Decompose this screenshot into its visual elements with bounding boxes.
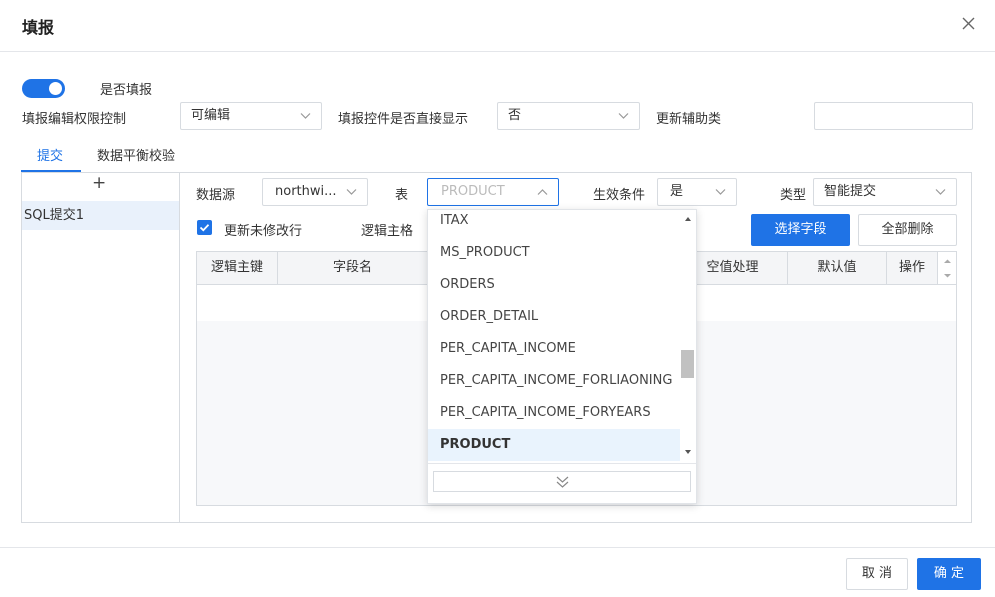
dropdown-option[interactable]: ORDERS xyxy=(428,269,680,301)
display-select[interactable]: 否 xyxy=(497,102,640,130)
cancel-button[interactable]: 取 消 xyxy=(846,558,908,590)
chevron-down-icon xyxy=(300,113,311,119)
dropdown-option[interactable]: PER_CAPITA_INCOME_FORLIAONING xyxy=(428,365,680,397)
logic-key-label: 逻辑主格 xyxy=(361,224,414,239)
update-unmodified-label: 更新未修改行 xyxy=(224,224,303,239)
permission-select[interactable]: 可编辑 xyxy=(180,102,322,130)
sql-list-item[interactable]: SQL提交1 xyxy=(22,201,179,230)
aux-class-input[interactable] xyxy=(814,102,973,130)
display-select-value: 否 xyxy=(508,108,522,123)
permission-label: 填报编辑权限控制 xyxy=(22,112,127,127)
enable-fill-toggle[interactable] xyxy=(22,79,65,98)
dropdown-option[interactable]: ITAX xyxy=(428,205,680,237)
double-chevron-down-icon xyxy=(556,476,569,488)
dropdown-option[interactable]: PER_CAPITA_INCOME_FORYEARS xyxy=(428,397,680,429)
load-more-button[interactable] xyxy=(433,471,691,492)
condition-select[interactable]: 是 xyxy=(657,178,737,206)
type-select[interactable]: 智能提交 xyxy=(813,178,957,206)
dialog-title: 填报 xyxy=(22,18,55,37)
close-icon xyxy=(962,17,975,30)
close-button[interactable] xyxy=(958,13,980,35)
permission-select-value: 可编辑 xyxy=(191,108,231,123)
check-icon xyxy=(199,224,210,232)
chevron-down-icon xyxy=(715,189,726,195)
choose-fields-button[interactable]: 选择字段 xyxy=(751,214,850,246)
update-unmodified-checkbox[interactable] xyxy=(197,220,212,235)
datasource-label: 数据源 xyxy=(196,188,236,203)
chevron-up-icon xyxy=(685,217,691,454)
delete-all-button[interactable]: 全部删除 xyxy=(858,214,957,246)
dropdown-footer-divider xyxy=(428,463,696,464)
dropdown-option-selected[interactable]: PRODUCT xyxy=(428,429,680,461)
column-header-field-name: 字段名 xyxy=(278,252,428,284)
dropdown-scrollbar[interactable] xyxy=(680,210,696,462)
datasource-select[interactable]: northwi... xyxy=(262,178,368,206)
table-select-placeholder: PRODUCT xyxy=(441,184,505,199)
chevron-down-icon xyxy=(935,189,946,195)
dropdown-option[interactable]: PER_CAPITA_INCOME xyxy=(428,333,680,365)
dropdown-option[interactable]: ORDER_DETAIL xyxy=(428,301,680,333)
display-label: 填报控件是否直接显示 xyxy=(338,112,469,127)
chevron-down-icon xyxy=(618,113,629,119)
column-header-default-value: 默认值 xyxy=(788,252,887,284)
column-header-actions: 操作 xyxy=(898,260,925,275)
tab-submit[interactable]: 提交 xyxy=(37,145,63,164)
table-scrollbar[interactable] xyxy=(937,252,956,285)
dropdown-scroll-thumb[interactable] xyxy=(681,350,694,378)
condition-label: 生效条件 xyxy=(593,188,646,203)
ok-button[interactable]: 确 定 xyxy=(917,558,981,590)
add-sql-button[interactable]: + xyxy=(92,173,106,193)
type-label: 类型 xyxy=(780,188,807,203)
chevron-up-icon xyxy=(944,259,951,278)
table-select[interactable]: PRODUCT xyxy=(427,178,559,206)
table-label: 表 xyxy=(395,188,409,203)
column-header-logic-key: 逻辑主键 xyxy=(197,252,278,284)
aux-class-label: 更新辅助类 xyxy=(656,112,722,127)
tab-balance-check[interactable]: 数据平衡校验 xyxy=(97,145,175,164)
datasource-select-value: northwi... xyxy=(275,184,337,199)
enable-fill-label: 是否填报 xyxy=(100,83,153,98)
header-divider xyxy=(0,51,995,52)
table-dropdown: ITAX MS_PRODUCT ORDERS ORDER_DETAIL PER_… xyxy=(427,209,697,504)
condition-select-value: 是 xyxy=(670,184,684,199)
type-select-value: 智能提交 xyxy=(824,184,877,199)
dropdown-option[interactable]: MS_PRODUCT xyxy=(428,237,680,269)
footer-divider xyxy=(0,547,995,548)
chevron-down-icon xyxy=(346,189,357,195)
chevron-up-icon xyxy=(537,189,548,195)
